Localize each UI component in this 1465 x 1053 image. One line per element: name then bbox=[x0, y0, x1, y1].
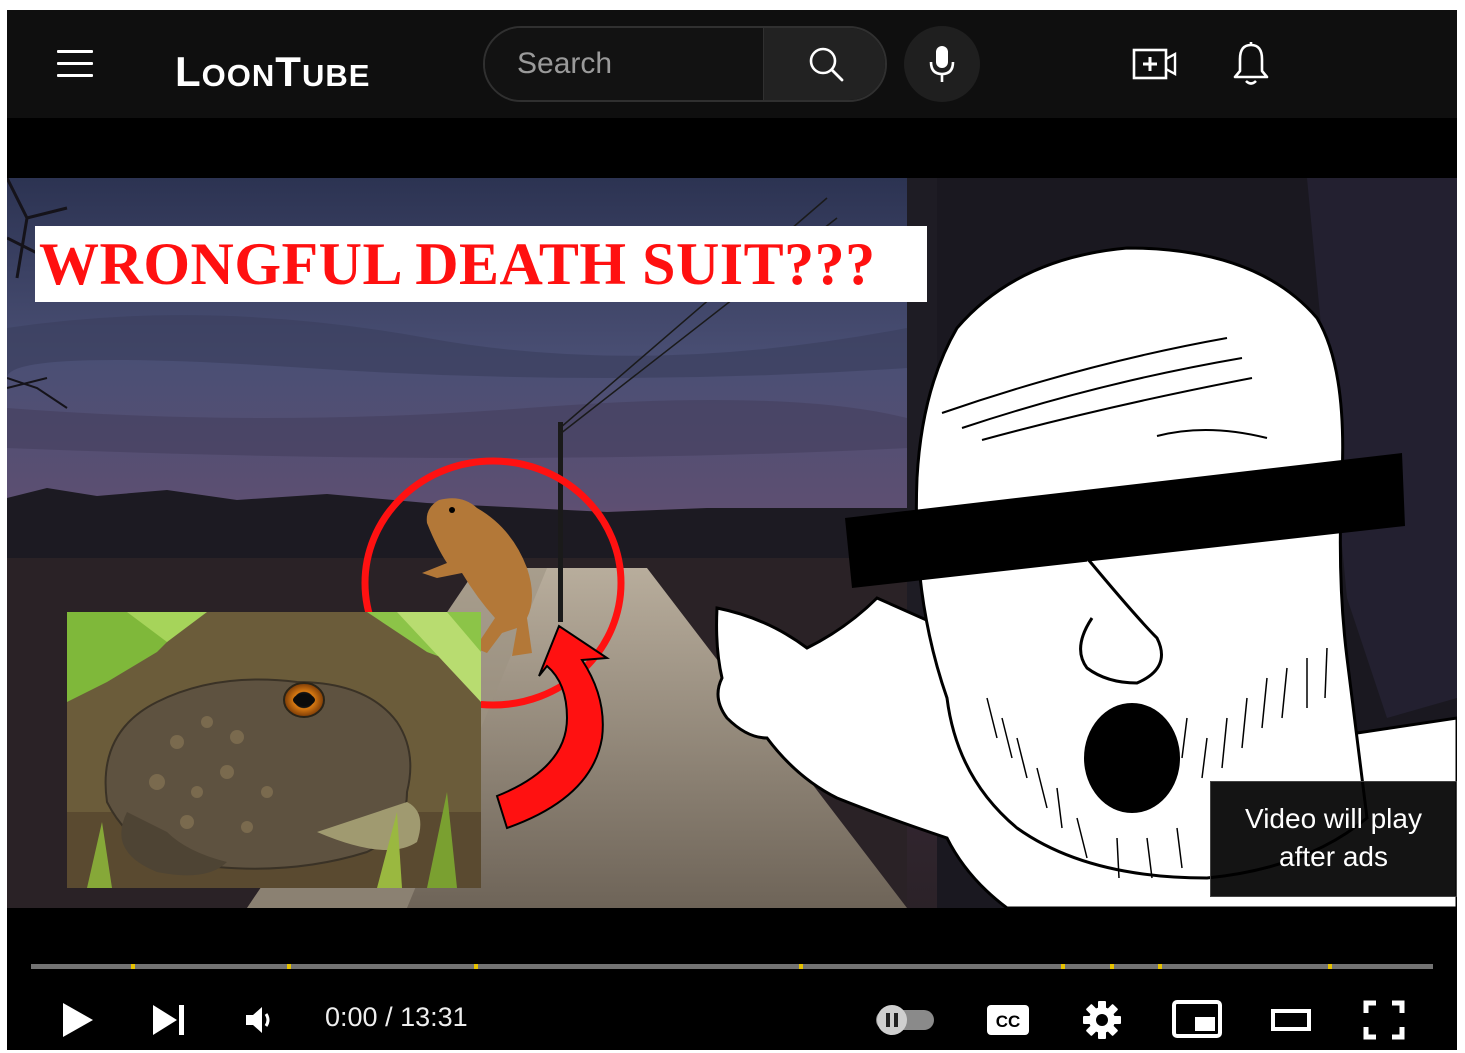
logo-text-3: T bbox=[275, 48, 302, 95]
chapter-marker bbox=[474, 964, 478, 969]
logo-text-1: L bbox=[175, 48, 202, 95]
next-icon bbox=[153, 1005, 184, 1035]
bell-icon bbox=[1233, 42, 1269, 85]
fullscreen-button[interactable] bbox=[1361, 998, 1407, 1042]
fullscreen-icon bbox=[1363, 1000, 1405, 1040]
logo-text-4: UBE bbox=[301, 58, 371, 93]
current-time: 0:00 bbox=[325, 1002, 378, 1032]
chapter-marker bbox=[131, 964, 135, 969]
thumbnail-title-banner: WRONGFUL DEATH SUIT??? bbox=[35, 226, 927, 302]
toad-photo bbox=[67, 612, 481, 888]
captions-icon: CC bbox=[987, 1005, 1029, 1035]
settings-button[interactable] bbox=[1080, 998, 1124, 1042]
miniplayer-icon bbox=[1172, 1000, 1222, 1038]
next-button[interactable] bbox=[149, 998, 189, 1042]
theater-icon bbox=[1271, 1009, 1311, 1031]
chapter-marker bbox=[1158, 964, 1162, 969]
captions-button[interactable]: CC bbox=[983, 1000, 1033, 1040]
settings-icon bbox=[1083, 1001, 1121, 1039]
chapter-marker bbox=[799, 964, 803, 969]
video-player[interactable]: WRONGFUL DEATH SUIT??? Video will play a… bbox=[7, 178, 1457, 908]
search-input[interactable] bbox=[485, 28, 763, 100]
chapter-marker bbox=[1110, 964, 1114, 969]
voice-search-button[interactable] bbox=[904, 26, 980, 102]
app-window: LOONTUBE Search WRONGFUL DEATH SUIT??? V… bbox=[7, 10, 1457, 1050]
chapter-marker bbox=[1328, 964, 1332, 969]
total-time: 13:31 bbox=[400, 1002, 468, 1032]
search-icon bbox=[809, 47, 843, 82]
chapter-marker bbox=[1061, 964, 1065, 969]
logo-text-2: OON bbox=[201, 58, 276, 93]
autoplay-toggle[interactable] bbox=[871, 1002, 939, 1038]
create-button[interactable] bbox=[1131, 44, 1179, 84]
play-icon bbox=[63, 1003, 93, 1037]
time-separator: / bbox=[377, 1002, 401, 1032]
logo[interactable]: LOONTUBE bbox=[175, 48, 370, 96]
ad-notice-line-1: Video will play bbox=[1245, 803, 1422, 834]
notifications-button[interactable] bbox=[1229, 40, 1273, 88]
progress-bar[interactable] bbox=[31, 964, 1433, 969]
miniplayer-button[interactable] bbox=[1170, 996, 1224, 1042]
menu-icon bbox=[57, 50, 97, 77]
play-button[interactable] bbox=[57, 998, 97, 1042]
ad-notice-line-2: after ads bbox=[1279, 841, 1388, 872]
menu-button[interactable] bbox=[57, 50, 97, 80]
create-video-icon bbox=[1132, 48, 1177, 80]
chapter-marker bbox=[287, 964, 291, 969]
autoplay-toggle-icon bbox=[876, 1005, 934, 1035]
volume-button[interactable] bbox=[239, 1000, 279, 1040]
time-display: 0:00 / 13:31 bbox=[325, 1002, 468, 1033]
top-bar: LOONTUBE bbox=[7, 10, 1457, 118]
theater-mode-button[interactable] bbox=[1269, 1004, 1313, 1036]
search-button[interactable] bbox=[763, 28, 885, 100]
microphone-icon bbox=[929, 46, 955, 82]
search-box bbox=[483, 26, 887, 102]
ad-notice: Video will play after ads bbox=[1210, 781, 1457, 897]
volume-icon bbox=[246, 1007, 270, 1033]
svg-text:CC: CC bbox=[996, 1012, 1021, 1031]
